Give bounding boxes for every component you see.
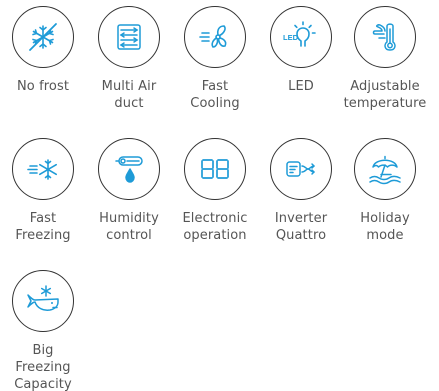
feature-adjustable-temperature: Adjustable temperature	[342, 6, 428, 112]
feature-label: Fast Cooling	[190, 79, 240, 111]
feature-icon-circle	[354, 6, 416, 68]
led-icon: LED	[281, 17, 321, 57]
feature-label: Adjustable temperature	[343, 79, 427, 111]
big-freezing-capacity-icon	[23, 281, 63, 321]
feature-icon-circle	[184, 6, 246, 68]
humidity-control-icon	[109, 149, 149, 189]
feature-icon-circle	[184, 138, 246, 200]
feature-label: LED	[288, 79, 314, 94]
feature-holiday-mode: Holiday mode	[342, 138, 428, 244]
feature-icon-circle	[98, 138, 160, 200]
feature-label: Humidity control	[99, 211, 159, 243]
feature-no-frost: No frost	[0, 6, 86, 95]
feature-label: Inverter Quattro	[274, 211, 328, 243]
feature-inverter-quattro: Inverter Quattro	[258, 138, 344, 244]
holiday-mode-icon	[365, 149, 405, 189]
feature-fast-freezing: Fast Freezing	[0, 138, 86, 244]
feature-label: Multi Air duct	[101, 79, 157, 111]
feature-label: Big Freezing Capacity	[14, 343, 72, 391]
feature-label: Holiday mode	[360, 211, 410, 243]
feature-icon-circle	[270, 138, 332, 200]
feature-icon-circle	[98, 6, 160, 68]
feature-label: Fast Freezing	[15, 211, 71, 243]
feature-icon-circle: LED	[270, 6, 332, 68]
feature-electronic-operation: Electronic operation	[172, 138, 258, 244]
feature-led: LED LED	[258, 6, 344, 95]
feature-icon-circle	[12, 6, 74, 68]
no-frost-icon	[23, 17, 63, 57]
adjustable-temperature-icon	[365, 17, 405, 57]
feature-icon-circle	[354, 138, 416, 200]
fast-freezing-icon	[23, 149, 63, 189]
multi-air-duct-icon	[109, 17, 149, 57]
inverter-quattro-icon	[281, 149, 321, 189]
feature-icon-circle	[12, 270, 74, 332]
electronic-operation-icon	[195, 149, 235, 189]
fast-cooling-icon	[195, 17, 235, 57]
feature-humidity-control: Humidity control	[86, 138, 172, 244]
feature-label: Electronic operation	[182, 211, 248, 243]
feature-multi-air-duct: Multi Air duct	[86, 6, 172, 112]
feature-icon-circle	[12, 138, 74, 200]
feature-label: No frost	[16, 79, 70, 94]
feature-fast-cooling: Fast Cooling	[172, 6, 258, 112]
feature-big-freezing-capacity: Big Freezing Capacity	[0, 270, 86, 391]
